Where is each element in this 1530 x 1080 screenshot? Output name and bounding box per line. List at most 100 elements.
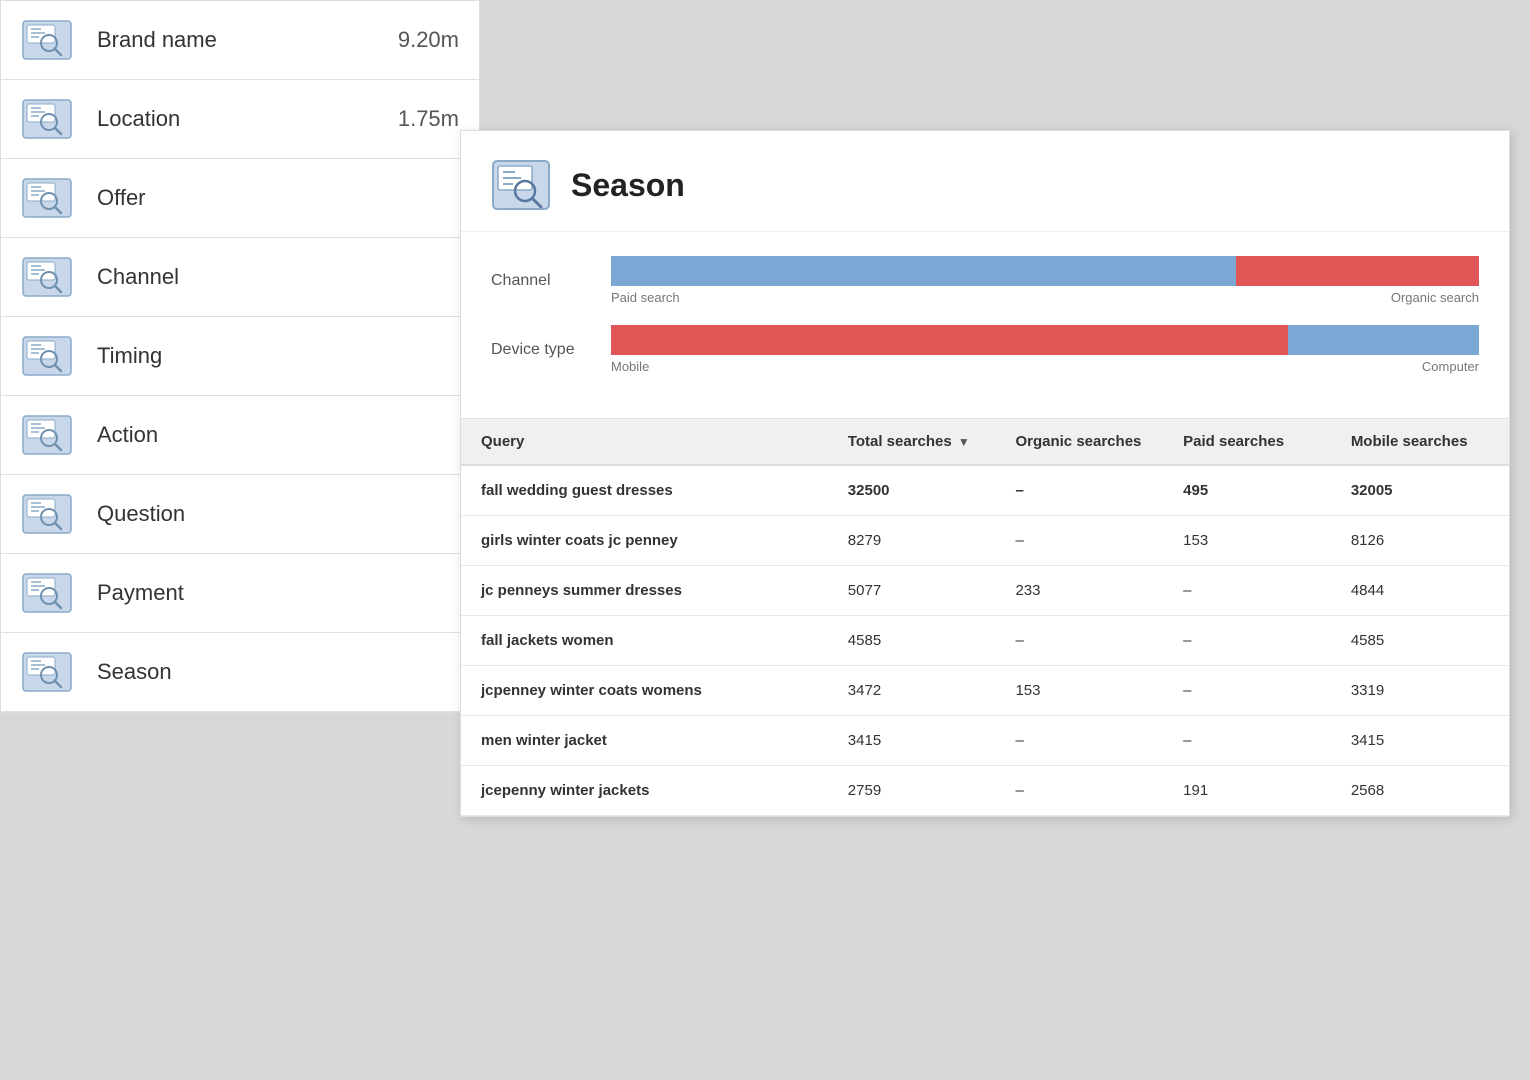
- cell-mobile: 8126: [1331, 516, 1509, 566]
- channel-bar-labels: Paid search Organic search: [611, 290, 1479, 305]
- sidebar-item-timing[interactable]: Timing: [1, 317, 479, 396]
- table-row: fall jackets women 4585 – – 4585: [461, 616, 1509, 666]
- cell-paid: 153: [1163, 516, 1331, 566]
- location-icon: [21, 98, 73, 140]
- sidebar-item-channel[interactable]: Channel: [1, 238, 479, 317]
- col-header-query[interactable]: Query: [461, 419, 828, 465]
- cell-organic: –: [995, 766, 1163, 816]
- table-header: Query Total searches ▼ Organic searches …: [461, 419, 1509, 465]
- table-header-row: Query Total searches ▼ Organic searches …: [461, 419, 1509, 465]
- device-bar-container: Mobile Computer: [611, 325, 1479, 374]
- cell-paid: –: [1163, 666, 1331, 716]
- cell-paid: –: [1163, 616, 1331, 666]
- action-icon: [21, 414, 73, 456]
- cell-query: men winter jacket: [461, 716, 828, 766]
- sidebar-item-season[interactable]: Season: [1, 633, 479, 712]
- sidebar-item-location[interactable]: Location 1.75m: [1, 80, 479, 159]
- col-header-mobile[interactable]: Mobile searches: [1331, 419, 1509, 465]
- device-computer-bar: [1288, 325, 1479, 355]
- cell-total: 2759: [828, 766, 996, 816]
- cell-total: 3472: [828, 666, 996, 716]
- detail-title: Season: [571, 167, 685, 204]
- table-row: fall wedding guest dresses 32500 – 495 3…: [461, 465, 1509, 516]
- col-header-organic[interactable]: Organic searches: [995, 419, 1163, 465]
- detail-header-icon: [491, 159, 551, 211]
- brand-name-label: Brand name: [97, 27, 217, 53]
- cell-paid: 495: [1163, 465, 1331, 516]
- cell-mobile: 4585: [1331, 616, 1509, 666]
- cell-organic: 153: [995, 666, 1163, 716]
- cell-query: girls winter coats jc penney: [461, 516, 828, 566]
- channel-chart-row: Channel Paid search Organic search: [491, 256, 1479, 305]
- channel-bar-track: [611, 256, 1479, 286]
- cell-mobile: 32005: [1331, 465, 1509, 516]
- cell-query: jcepenny winter jackets: [461, 766, 828, 816]
- brand-name-icon: [21, 19, 73, 61]
- cell-paid: 191: [1163, 766, 1331, 816]
- col-header-paid[interactable]: Paid searches: [1163, 419, 1331, 465]
- question-label: Question: [97, 501, 185, 527]
- channel-label: Channel: [97, 264, 179, 290]
- brand-name-value: 9.20m: [398, 27, 459, 53]
- cell-paid: –: [1163, 716, 1331, 766]
- sort-arrow-icon: ▼: [958, 435, 970, 449]
- channel-organic-bar: [1236, 256, 1479, 286]
- location-label: Location: [97, 106, 180, 132]
- cell-organic: –: [995, 616, 1163, 666]
- cell-total: 32500: [828, 465, 996, 516]
- cell-mobile: 3319: [1331, 666, 1509, 716]
- cell-query: fall wedding guest dresses: [461, 465, 828, 516]
- timing-label: Timing: [97, 343, 162, 369]
- device-mobile-label: Mobile: [611, 359, 649, 374]
- question-icon: [21, 493, 73, 535]
- col-header-total[interactable]: Total searches ▼: [828, 419, 996, 465]
- detail-header: Season: [461, 131, 1509, 232]
- offer-label: Offer: [97, 185, 146, 211]
- payment-label: Payment: [97, 580, 184, 606]
- season-label: Season: [97, 659, 172, 685]
- device-chart-label: Device type: [491, 341, 611, 359]
- sidebar-item-payment[interactable]: Payment: [1, 554, 479, 633]
- queries-table-section: Query Total searches ▼ Organic searches …: [461, 419, 1509, 816]
- sidebar-item-brand-name[interactable]: Brand name 9.20m: [1, 1, 479, 80]
- detail-panel: Season Channel Paid search Organic searc…: [460, 130, 1510, 817]
- cell-query: jcpenney winter coats womens: [461, 666, 828, 716]
- sidebar-item-offer[interactable]: Offer: [1, 159, 479, 238]
- cell-total: 3415: [828, 716, 996, 766]
- device-chart-row: Device type Mobile Computer: [491, 325, 1479, 374]
- location-value: 1.75m: [398, 106, 459, 132]
- cell-organic: –: [995, 716, 1163, 766]
- sidebar-item-question[interactable]: Question: [1, 475, 479, 554]
- cell-total: 4585: [828, 616, 996, 666]
- table-row: girls winter coats jc penney 8279 – 153 …: [461, 516, 1509, 566]
- action-label: Action: [97, 422, 158, 448]
- sidebar-item-action[interactable]: Action: [1, 396, 479, 475]
- channel-paid-bar: [611, 256, 1236, 286]
- cell-organic: 233: [995, 566, 1163, 616]
- timing-icon: [21, 335, 73, 377]
- table-body: fall wedding guest dresses 32500 – 495 3…: [461, 465, 1509, 816]
- cell-paid: –: [1163, 566, 1331, 616]
- channel-bar-container: Paid search Organic search: [611, 256, 1479, 305]
- device-mobile-bar: [611, 325, 1288, 355]
- cell-total: 5077: [828, 566, 996, 616]
- season-icon: [21, 651, 73, 693]
- device-bar-track: [611, 325, 1479, 355]
- device-computer-label: Computer: [1422, 359, 1479, 374]
- cell-mobile: 2568: [1331, 766, 1509, 816]
- cell-mobile: 3415: [1331, 716, 1509, 766]
- queries-table: Query Total searches ▼ Organic searches …: [461, 419, 1509, 816]
- charts-section: Channel Paid search Organic search Devic…: [461, 232, 1509, 419]
- payment-icon: [21, 572, 73, 614]
- cell-total: 8279: [828, 516, 996, 566]
- cell-query: jc penneys summer dresses: [461, 566, 828, 616]
- device-bar-labels: Mobile Computer: [611, 359, 1479, 374]
- cell-query: fall jackets women: [461, 616, 828, 666]
- table-row: men winter jacket 3415 – – 3415: [461, 716, 1509, 766]
- table-row: jcpenney winter coats womens 3472 153 – …: [461, 666, 1509, 716]
- channel-organic-label: Organic search: [1391, 290, 1479, 305]
- channel-chart-label: Channel: [491, 272, 611, 290]
- offer-icon: [21, 177, 73, 219]
- table-row: jcepenny winter jackets 2759 – 191 2568: [461, 766, 1509, 816]
- cell-organic: –: [995, 516, 1163, 566]
